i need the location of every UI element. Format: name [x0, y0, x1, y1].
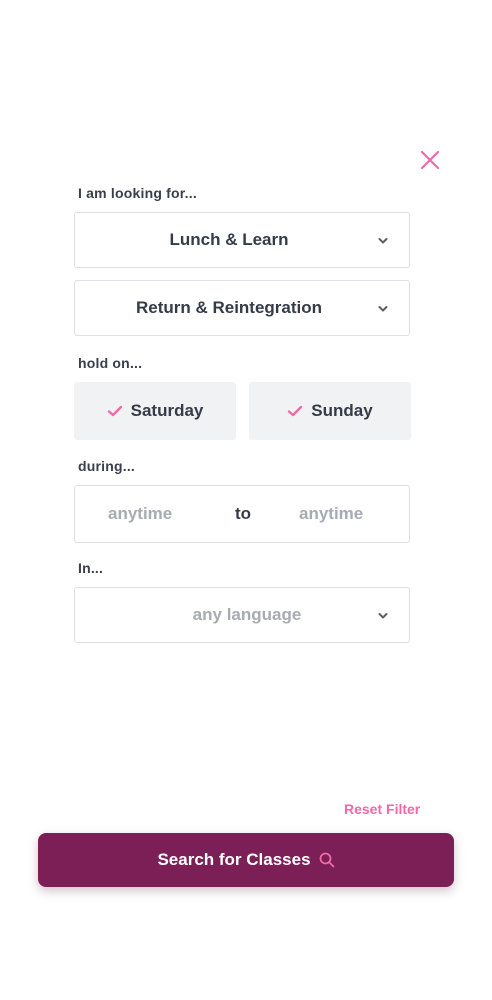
topic-value: Return & Reintegration: [135, 298, 323, 317]
search-button-label: Search for Classes: [157, 850, 311, 869]
class-type-select[interactable]: Lunch & Learn: [74, 212, 410, 268]
language-label: In...: [78, 560, 104, 576]
time-separator: to: [235, 504, 252, 523]
day-label-saturday: Saturday: [130, 401, 204, 420]
check-icon: [288, 405, 303, 417]
chevron-down-icon: [378, 613, 388, 619]
looking-for-label: I am looking for...: [78, 185, 197, 201]
topic-select[interactable]: Return & Reintegration: [74, 280, 410, 336]
search-classes-button[interactable]: Search for Classes: [38, 833, 454, 887]
language-value: any language: [192, 605, 302, 624]
time-to-select[interactable]: anytime: [299, 486, 363, 542]
time-from-select[interactable]: anytime: [108, 486, 172, 542]
search-icon: [319, 852, 334, 868]
days-label: hold on...: [78, 355, 143, 371]
chevron-down-icon: [378, 306, 388, 312]
day-toggle-sunday[interactable]: Sunday: [249, 382, 411, 440]
language-select[interactable]: any language: [74, 587, 410, 643]
class-type-value: Lunch & Learn: [169, 230, 289, 249]
chevron-down-icon: [378, 238, 388, 244]
class-filter-panel: I am looking for... Lunch & Learn Return…: [0, 0, 492, 1000]
check-icon: [107, 405, 122, 417]
close-icon: [420, 150, 440, 170]
day-toggle-saturday[interactable]: Saturday: [74, 382, 236, 440]
close-button[interactable]: [418, 148, 442, 172]
time-range-field: anytime to anytime: [74, 485, 410, 543]
day-label-sunday: Sunday: [311, 401, 373, 420]
time-label: during...: [78, 458, 136, 474]
reset-filter-link[interactable]: Reset Filter: [344, 801, 420, 817]
